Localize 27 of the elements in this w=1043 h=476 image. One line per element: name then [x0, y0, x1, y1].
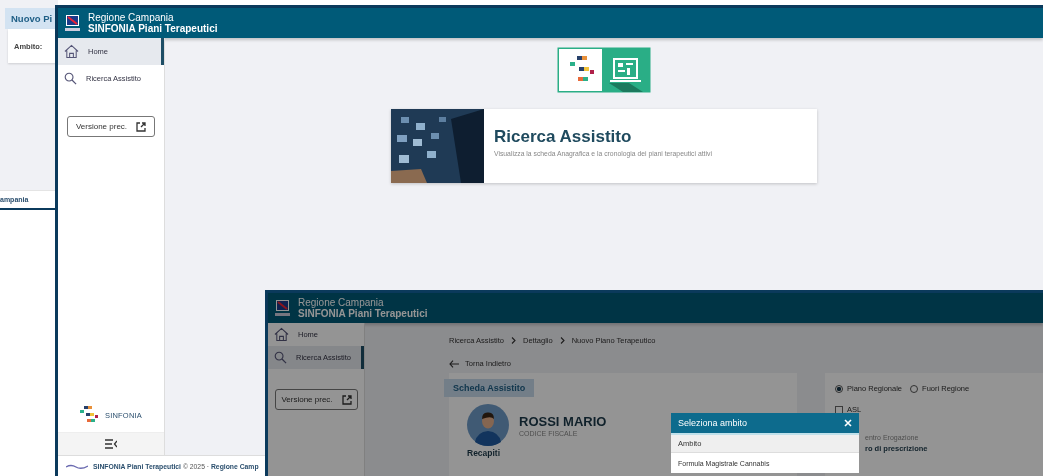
close-icon[interactable]: [844, 419, 852, 427]
external-link-icon: [341, 394, 352, 405]
emblem-icon: [275, 299, 290, 317]
search-icon: [274, 351, 287, 364]
app-title: SINFONIA Piani Terapeutici: [298, 308, 428, 319]
region-name: Regione Campania: [88, 12, 174, 23]
previous-version-button[interactable]: Versione prec.: [275, 389, 358, 410]
card-title: Ricerca Assistito: [494, 127, 633, 147]
home-icon: [64, 44, 79, 59]
tab[interactable]: Nuovo Pi: [5, 8, 58, 29]
section-title: Recapiti: [467, 448, 502, 458]
app-title: SINFONIA Piani Terapeutici: [88, 23, 218, 34]
search-icon: [64, 72, 77, 85]
home-icon: [274, 327, 289, 342]
collapse-menu-icon[interactable]: [105, 439, 117, 449]
chevron-icon: [559, 337, 565, 344]
avatar: [467, 404, 509, 446]
arrow-left-icon: [449, 359, 459, 368]
external-link-icon: [136, 121, 147, 132]
region-name: Regione Campania: [298, 297, 384, 308]
tab[interactable]: Scheda Assistito: [444, 379, 535, 397]
previous-version-button[interactable]: Versione prec.: [67, 116, 155, 137]
dialog-title: Seleziona ambito: [678, 418, 748, 428]
emblem-icon: [65, 14, 80, 32]
footer-logo-icon: [66, 463, 88, 469]
patient-name: ROSSI MARIO: [519, 413, 607, 429]
chevron-icon: [511, 337, 517, 344]
